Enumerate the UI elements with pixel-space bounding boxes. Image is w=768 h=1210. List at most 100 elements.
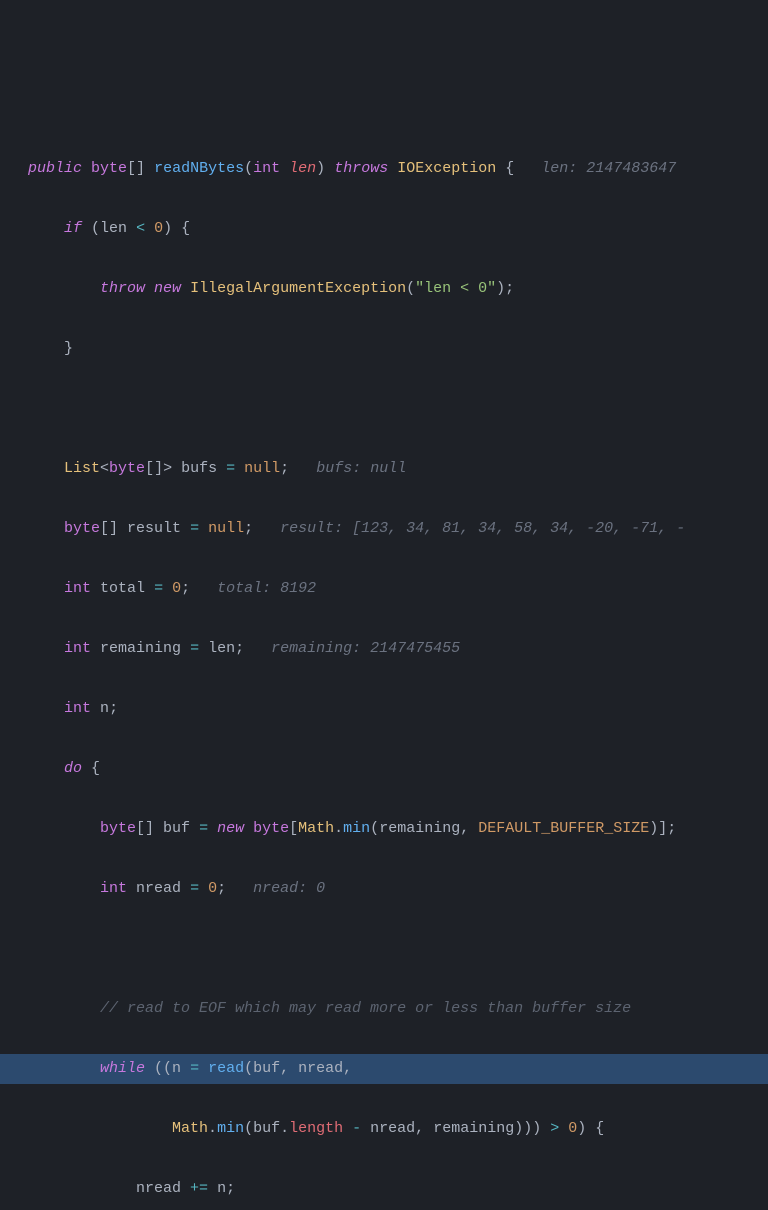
code-line[interactable]: int total = 0; total: 8192 [0, 574, 768, 604]
code-line[interactable]: public byte[] readNBytes(int len) throws… [0, 154, 768, 184]
field-length: length [289, 1120, 343, 1137]
code-line[interactable]: if (len < 0) { [0, 214, 768, 244]
code-line[interactable]: List<byte[]> bufs = null; bufs: null [0, 454, 768, 484]
comma: , [415, 1120, 433, 1137]
type-int: int [100, 880, 127, 897]
comma: , [343, 1060, 352, 1077]
null-literal: null [244, 460, 280, 477]
type-byte: byte [91, 160, 127, 177]
comma: , [460, 820, 478, 837]
number: 0 [568, 1120, 577, 1137]
code-line[interactable]: byte[] buf = new byte[Math.min(remaining… [0, 814, 768, 844]
paren: ( [244, 160, 253, 177]
keyword-throw: throw [100, 280, 145, 297]
method-name: readNBytes [154, 160, 244, 177]
keyword-public: public [28, 160, 82, 177]
brackets: [] [100, 520, 127, 537]
var-buf: buf [253, 1120, 280, 1137]
code-line-current[interactable]: while ((n = read(buf, nread, [0, 1054, 768, 1084]
semi: ; [235, 640, 244, 657]
type-int: int [64, 640, 91, 657]
code-line-blank[interactable] [0, 394, 768, 424]
semi: ; [181, 580, 190, 597]
op-assign: = [145, 580, 172, 597]
method-read: read [208, 1060, 244, 1077]
code-line[interactable]: // read to EOF which may read more or le… [0, 994, 768, 1024]
string-literal: "len < 0" [415, 280, 496, 297]
code-line[interactable]: throw new IllegalArgumentException("len … [0, 274, 768, 304]
paren: ))) [514, 1120, 550, 1137]
var-len: len [100, 220, 127, 237]
var-nread: nread [136, 880, 181, 897]
keyword-while: while [100, 1060, 145, 1077]
brace: { [496, 160, 514, 177]
var-nread: nread [370, 1120, 415, 1137]
code-editor[interactable]: public byte[] readNBytes(int len) throws… [0, 120, 768, 1210]
paren: )]; [649, 820, 676, 837]
code-line[interactable]: int n; [0, 694, 768, 724]
code-line-blank[interactable] [0, 934, 768, 964]
inlay-hint: remaining: 2147475455 [271, 640, 460, 657]
inlay-hint: bufs: null [316, 460, 406, 477]
dot: . [208, 1120, 217, 1137]
op-assign: = [181, 520, 208, 537]
code-line[interactable]: do { [0, 754, 768, 784]
code-line[interactable]: Math.min(buf.length - nread, remaining))… [0, 1114, 768, 1144]
comment: // read to EOF which may read more or le… [100, 1000, 631, 1017]
paren: ); [496, 280, 514, 297]
var-nread: nread [136, 1180, 181, 1197]
op-lt: < [127, 220, 154, 237]
paren: (( [145, 1060, 172, 1077]
paren: ( [370, 820, 379, 837]
brace: { [82, 760, 100, 777]
dot: . [280, 1120, 289, 1137]
code-line[interactable]: int remaining = len; remaining: 21474754… [0, 634, 768, 664]
inlay-hint: total: 8192 [217, 580, 316, 597]
var-remaining: remaining [379, 820, 460, 837]
paren-brace: ) { [163, 220, 190, 237]
code-line[interactable]: nread += n; [0, 1174, 768, 1204]
class-ioexception: IOException [397, 160, 496, 177]
op-minus: - [343, 1120, 370, 1137]
number: 0 [172, 580, 181, 597]
op-plus-assign: += [181, 1180, 217, 1197]
type-byte: byte [64, 520, 100, 537]
comma: , [280, 1060, 298, 1077]
code-line[interactable]: byte[] result = null; result: [123, 34, … [0, 514, 768, 544]
var-buf: buf [163, 820, 190, 837]
brackets: [] [145, 460, 163, 477]
angle: < [100, 460, 109, 477]
type-int: int [64, 700, 91, 717]
paren-brace: ) { [577, 1120, 604, 1137]
var-result: result [127, 520, 181, 537]
var-remaining: remaining [433, 1120, 514, 1137]
type-int: int [64, 580, 91, 597]
method-min: min [343, 820, 370, 837]
inlay-hint: len: 2147483647 [541, 160, 676, 177]
op-assign: = [181, 1060, 208, 1077]
op-assign: = [217, 460, 244, 477]
number: 0 [154, 220, 163, 237]
semi: ; [217, 880, 226, 897]
code-line[interactable]: int nread = 0; nread: 0 [0, 874, 768, 904]
type-list: List [64, 460, 100, 477]
paren: ( [82, 220, 100, 237]
semi: ; [109, 700, 118, 717]
op-assign: = [190, 820, 217, 837]
const-buffer-size: DEFAULT_BUFFER_SIZE [478, 820, 649, 837]
type-byte: byte [244, 820, 289, 837]
bracket: [ [289, 820, 298, 837]
keyword-new: new [217, 820, 244, 837]
paren: ( [244, 1120, 253, 1137]
dot: . [334, 820, 343, 837]
inlay-hint: result: [123, 34, 81, 34, 58, 34, -20, -… [280, 520, 685, 537]
method-min: min [217, 1120, 244, 1137]
var-n: n [217, 1180, 226, 1197]
type-int: int [253, 160, 280, 177]
class-math: Math [172, 1120, 208, 1137]
paren: ( [244, 1060, 253, 1077]
var-n: n [100, 700, 109, 717]
op-assign: = [181, 640, 208, 657]
code-line[interactable]: } [0, 334, 768, 364]
semi: ; [226, 1180, 235, 1197]
